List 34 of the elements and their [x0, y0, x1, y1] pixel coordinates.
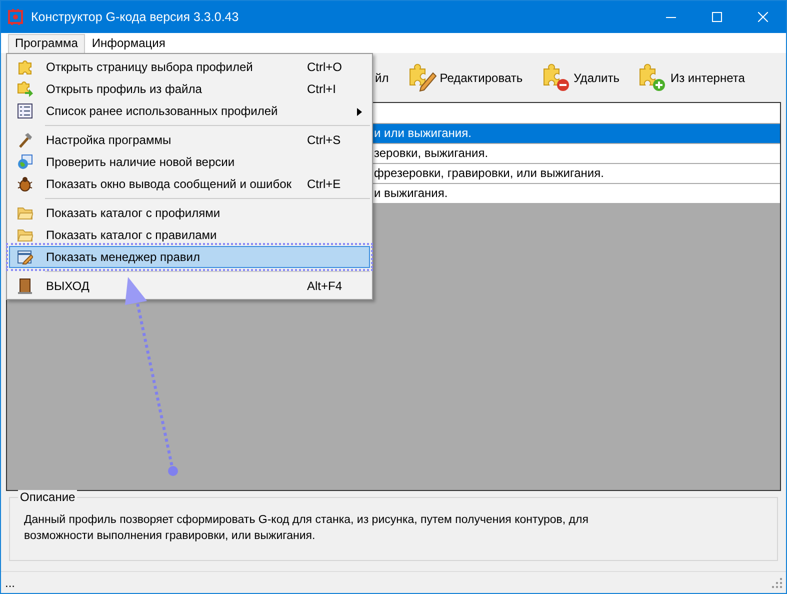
puzzle-minus-icon — [540, 63, 571, 93]
bug-icon — [17, 176, 33, 192]
submenu-arrow-icon — [357, 108, 362, 116]
toolbar-button[interactable]: Из интернета — [635, 63, 747, 93]
hammer-icon — [17, 132, 33, 148]
menu-item[interactable]: Открыть страницу выбора профилей Ctrl+O — [9, 56, 370, 78]
window-title: Конструктор G-кода версия 3.3.0.43 — [31, 8, 240, 26]
toolbar-button[interactable]: Удалить — [538, 63, 622, 93]
menu-item[interactable]: Открыть профиль из файла Ctrl+I — [9, 78, 370, 100]
window-pencil-icon — [17, 249, 33, 265]
app-icon — [7, 8, 25, 26]
group-label: Описание — [18, 490, 78, 504]
status-text: ... — [5, 574, 16, 592]
puzzle-arrow-icon — [17, 81, 33, 97]
toolbar-button[interactable]: Редактировать — [404, 63, 525, 93]
folder-icon — [17, 205, 33, 221]
resize-grip-icon[interactable] — [772, 578, 782, 588]
puzzle-plus-icon — [637, 63, 668, 93]
description-text: Данный профиль позворяет сформировать G-код для станка, из рисунка, путем получения контуров, для возможности выполнения гравировки, или выжигания. — [24, 513, 590, 544]
puzzle-pencil-icon — [406, 63, 437, 93]
folder-icon — [17, 227, 33, 243]
menu-item[interactable]: ВЫХОД Alt+F4 — [9, 275, 370, 297]
menu-item[interactable]: Показать менеджер правил — [9, 246, 370, 268]
menu-bar-item[interactable]: Программа — [8, 34, 85, 53]
close-icon — [758, 12, 768, 22]
menu-item[interactable]: Список ранее использованных профилей — [9, 100, 370, 122]
door-icon — [17, 278, 33, 294]
menu-item[interactable]: Показать каталог с профилями — [9, 202, 370, 224]
puzzle-icon — [17, 59, 33, 75]
toolbar-button[interactable]: йл — [373, 69, 391, 87]
menu-bar-item[interactable]: Информация — [84, 34, 172, 53]
maximize-icon — [712, 12, 722, 22]
list-icon — [17, 103, 33, 119]
globe-icon — [17, 154, 33, 170]
